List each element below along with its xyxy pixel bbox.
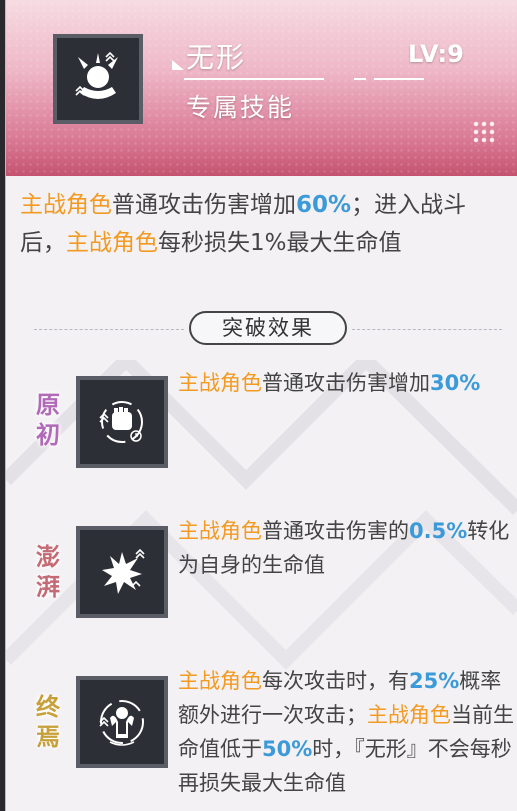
tier-effect-text: 主战角色普通攻击伤害增加30% [178, 366, 516, 400]
skill-name: 无形 [186, 41, 247, 74]
highlight-value: 0.5% [409, 519, 468, 543]
effect-text-segment: 普通攻击伤害的 [262, 519, 409, 543]
grid-dots-icon [472, 120, 498, 146]
header-corner-mark [172, 60, 184, 70]
tier-label: 原初 [36, 390, 60, 449]
phantom-figure-icon [53, 34, 143, 124]
header-divider [184, 78, 324, 80]
tier-effect-text: 主战角色普通攻击伤害的0.5%转化为自身的生命值 [178, 514, 516, 582]
highlight-value: 50% [262, 737, 313, 761]
highlight-role: 主战角色 [66, 230, 158, 256]
effect-text-segment: 普通攻击伤害增加 [112, 192, 296, 218]
highlight-role: 主战角色 [178, 669, 262, 693]
highlight-role: 主战角色 [367, 703, 451, 727]
highlight-value: 30% [430, 371, 481, 395]
divider-right [352, 329, 502, 330]
skill-detail-card: 无形 LV:9 专属技能 主战角色普通攻击伤害增加60%；进入战斗后，主战角色每… [5, 0, 517, 811]
skill-type: 专属技能 [186, 93, 295, 122]
highlight-role: 主战角色 [20, 192, 112, 218]
muscle-figure-icon [76, 676, 168, 768]
header-divider-dash [374, 78, 424, 80]
tier-label: 终焉 [36, 692, 60, 751]
breakthrough-title: 突破效果 [189, 311, 347, 345]
skill-header: 无形 LV:9 专属技能 [6, 0, 517, 176]
effect-text-segment: 每秒损失1%最大生命值 [158, 230, 402, 256]
skill-level: LV:9 [408, 40, 464, 68]
effect-text-segment: 普通攻击伤害增加 [262, 371, 430, 395]
tier-label: 澎湃 [36, 542, 60, 601]
highlight-role: 主战角色 [178, 371, 262, 395]
highlight-role: 主战角色 [178, 519, 262, 543]
tier-effect-text: 主战角色每次攻击时，有25%概率额外进行一次攻击；主战角色当前生命值低于50%时… [178, 664, 516, 800]
impact-burst-icon [76, 526, 168, 618]
highlight-value: 25% [409, 669, 460, 693]
highlight-value: 60% [296, 192, 352, 218]
header-divider-dash [354, 78, 366, 80]
divider-left [34, 329, 184, 330]
skill-description: 主战角色普通攻击伤害增加60%；进入战斗后，主战角色每秒损失1%最大生命值 [20, 186, 510, 262]
fist-attack-up-icon [76, 376, 168, 468]
effect-text-segment: 每次攻击时，有 [262, 669, 409, 693]
